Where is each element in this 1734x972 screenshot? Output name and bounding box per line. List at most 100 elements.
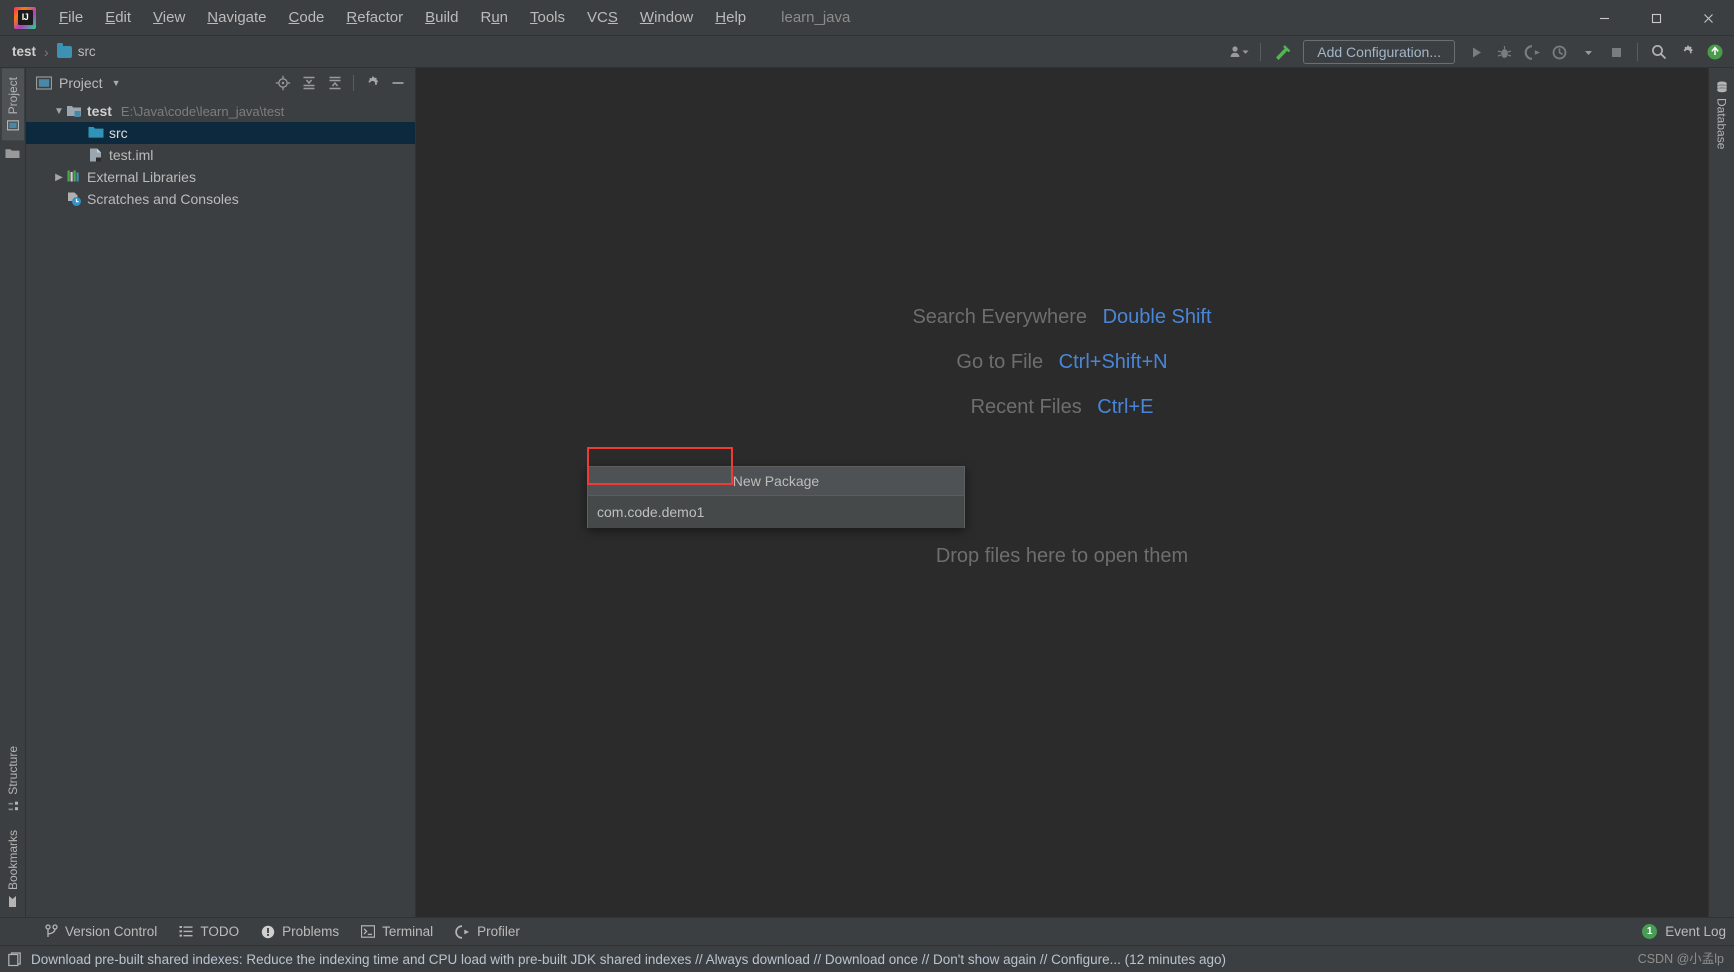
stop-button[interactable]	[1603, 39, 1629, 65]
user-dropdown-button[interactable]	[1226, 39, 1252, 65]
tool-button-terminal[interactable]: Terminal	[350, 921, 444, 942]
tool-button-profiler-label: Profiler	[477, 924, 520, 939]
tool-button-todo-label: TODO	[200, 924, 240, 939]
main-toolbar: Add Configuration...	[1226, 36, 1728, 68]
database-icon	[1716, 81, 1727, 93]
tree-node-src-label: src	[109, 125, 128, 141]
status-bar-message[interactable]: Download pre-built shared indexes: Reduc…	[31, 952, 1226, 967]
menu-bar: File Edit View Navigate Code Refactor Bu…	[0, 0, 1734, 36]
tree-node-test[interactable]: ▼ test E:\Java\code\learn_java\test	[26, 100, 415, 122]
scratches-icon	[66, 191, 82, 207]
tool-button-todo[interactable]: TODO	[168, 921, 250, 942]
menu-edit[interactable]: Edit	[94, 5, 142, 30]
updates-button[interactable]	[1702, 39, 1728, 65]
sidebar-item-project[interactable]: Project	[1, 68, 24, 141]
profile-button[interactable]	[1547, 39, 1573, 65]
menu-vcs[interactable]: VCS	[576, 5, 629, 30]
tool-button-profiler[interactable]: Profiler	[444, 921, 531, 942]
maximize-button[interactable]	[1630, 0, 1682, 36]
run-with-coverage-button[interactable]	[1519, 39, 1545, 65]
stop-icon	[1611, 47, 1621, 57]
menu-refactor[interactable]: Refactor	[335, 5, 414, 30]
profiler-icon	[455, 924, 470, 939]
hint-search-everywhere: Search Everywhere Double Shift	[912, 306, 1211, 329]
menu-window[interactable]: Window	[629, 5, 704, 30]
right-tool-strip: Database	[1708, 68, 1734, 917]
chevron-down-icon[interactable]: ▼	[112, 78, 121, 88]
build-project-button[interactable]	[1269, 39, 1295, 65]
locate-icon	[275, 75, 291, 91]
tree-node-test-iml-label: test.iml	[109, 147, 154, 163]
updates-icon	[1707, 44, 1723, 60]
tree-node-scratches-label: Scratches and Consoles	[87, 191, 239, 207]
navigation-bar: test › src Add Configuration...	[0, 36, 1734, 68]
intellij-window: File Edit View Navigate Code Refactor Bu…	[0, 0, 1734, 972]
chevron-down-icon[interactable]: ▼	[52, 106, 66, 117]
tree-node-test-label: test	[87, 103, 112, 119]
hammer-build-icon	[1276, 45, 1291, 60]
tool-button-version-control[interactable]: Version Control	[34, 921, 168, 942]
event-log-label[interactable]: Event Log	[1665, 924, 1726, 939]
hint-go-to-file-shortcut: Ctrl+Shift+N	[1058, 351, 1168, 373]
hint-go-to-file-action: Go to File	[956, 351, 1044, 373]
chevron-down-icon	[1584, 50, 1592, 55]
breadcrumb-project[interactable]: test	[12, 44, 36, 59]
minimize-icon	[1599, 17, 1609, 19]
breadcrumb-folder[interactable]: src	[78, 44, 96, 59]
menu-build[interactable]: Build	[414, 5, 469, 30]
hint-recent-files-action: Recent Files	[970, 396, 1082, 418]
collapse-all-button[interactable]	[324, 72, 346, 94]
project-settings-button[interactable]	[361, 72, 383, 94]
select-opened-file-button[interactable]	[272, 72, 294, 94]
new-package-dialog-title: New Package	[588, 467, 964, 495]
settings-button[interactable]	[1674, 39, 1700, 65]
tree-node-scratches[interactable]: Scratches and Consoles	[26, 188, 415, 210]
menu-tools[interactable]: Tools	[519, 5, 576, 30]
hide-panel-button[interactable]	[387, 72, 409, 94]
tree-node-src[interactable]: src	[26, 122, 415, 144]
left-tool-strip: Project Structure Bookmarks	[0, 68, 26, 917]
chevron-right-icon[interactable]: ▶	[52, 172, 66, 183]
sidebar-item-database[interactable]: Database	[1711, 72, 1733, 158]
window-controls	[1578, 0, 1734, 36]
minimize-button[interactable]	[1578, 0, 1630, 36]
breadcrumb: test › src	[12, 42, 96, 60]
profile-dropdown-button[interactable]	[1575, 39, 1601, 65]
branch-icon	[45, 924, 58, 937]
project-tree: ▼ test E:\Java\code\learn_java\test src …	[26, 98, 415, 917]
new-package-dialog: New Package	[587, 466, 965, 528]
sidebar-item-bookmarks-label: Bookmarks	[5, 829, 20, 890]
expand-all-button[interactable]	[298, 72, 320, 94]
new-package-dialog-body	[588, 495, 964, 528]
debug-icon	[1497, 45, 1511, 58]
tree-node-external-libraries[interactable]: ▶ External Libraries	[26, 166, 415, 188]
panel-action-divider	[353, 75, 354, 91]
menu-file[interactable]: File	[48, 5, 94, 30]
tool-button-version-control-label: Version Control	[65, 924, 158, 939]
tree-node-test-path: E:\Java\code\learn_java\test	[120, 103, 285, 119]
add-configuration-button[interactable]: Add Configuration...	[1303, 40, 1455, 64]
sidebar-item-structure[interactable]: Structure	[2, 737, 24, 821]
status-bar: Download pre-built shared indexes: Reduc…	[0, 945, 1734, 972]
new-package-name-input[interactable]	[588, 496, 733, 528]
menu-help[interactable]: Help	[704, 5, 757, 30]
debug-button[interactable]	[1491, 39, 1517, 65]
run-with-coverage-icon	[1524, 44, 1540, 60]
menu-view[interactable]: View	[142, 5, 196, 30]
tool-button-problems[interactable]: Problems	[250, 921, 350, 942]
settings-gear-icon	[1683, 44, 1693, 55]
menu-run[interactable]: Run	[469, 5, 519, 30]
sidebar-item-bookmarks[interactable]: Bookmarks	[2, 821, 24, 917]
terminal-icon	[361, 925, 376, 938]
close-button[interactable]	[1682, 0, 1734, 36]
project-icon	[6, 120, 19, 131]
menu-code[interactable]: Code	[278, 5, 336, 30]
maximize-icon	[1651, 13, 1661, 23]
tree-node-test-iml[interactable]: test.iml	[26, 144, 415, 166]
menu-navigate[interactable]: Navigate	[196, 5, 277, 30]
project-tool-window: Project ▼ ▼ test E:\Java\code\learn_java…	[26, 68, 416, 917]
run-button[interactable]	[1463, 39, 1489, 65]
search-everywhere-button[interactable]	[1646, 39, 1672, 65]
menu-file-label: ile	[68, 9, 84, 26]
editor-empty-area: Search Everywhere Double Shift Go to Fil…	[416, 68, 1708, 917]
